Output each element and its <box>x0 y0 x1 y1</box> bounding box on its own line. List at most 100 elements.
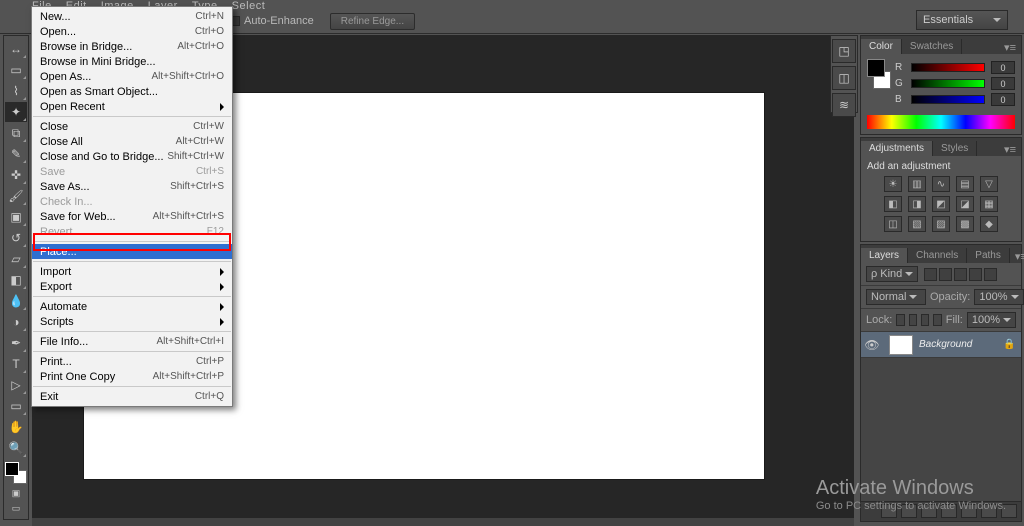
stamp-tool[interactable]: ▣ <box>5 207 27 227</box>
properties-panel-icon[interactable]: ◫ <box>832 66 856 90</box>
layer-name[interactable]: Background <box>919 339 1003 350</box>
dodge-tool[interactable]: ◑ <box>5 312 27 332</box>
hand-tool[interactable]: ✋ <box>5 417 27 437</box>
blend-mode-select[interactable]: Normal <box>866 289 926 305</box>
panel-menu-icon[interactable]: ▾≡ <box>999 41 1021 54</box>
menu-item-export[interactable]: Export <box>32 279 232 294</box>
tab-layers[interactable]: Layers <box>861 248 908 263</box>
menu-item-close-and-go-to-bridge[interactable]: Close and Go to Bridge...Shift+Ctrl+W <box>32 149 232 164</box>
new-adjustment-icon[interactable] <box>941 504 957 518</box>
link-layers-icon[interactable] <box>881 504 897 518</box>
menu-item-open-as-smart-object[interactable]: Open as Smart Object... <box>32 84 232 99</box>
history-brush-tool[interactable]: ↺ <box>5 228 27 248</box>
opacity-input[interactable]: 100% <box>974 289 1023 305</box>
menu-item-import[interactable]: Import <box>32 264 232 279</box>
eyedropper-tool[interactable]: ✎ <box>5 144 27 164</box>
adj-select-icon[interactable]: ◆ <box>980 216 998 232</box>
panel-menu-icon[interactable]: ▾≡ <box>999 143 1021 156</box>
healing-tool[interactable]: ✜ <box>5 165 27 185</box>
type-tool[interactable]: T <box>5 354 27 374</box>
adj-lookup-icon[interactable]: ▦ <box>980 196 998 212</box>
menu-item-file-info[interactable]: File Info...Alt+Shift+Ctrl+I <box>32 334 232 349</box>
menu-item-open-recent[interactable]: Open Recent <box>32 99 232 114</box>
refine-edge-button[interactable]: Refine Edge... <box>330 13 415 30</box>
adj-brightness-icon[interactable]: ☀ <box>884 176 902 192</box>
workspace-switcher[interactable]: Essentials <box>916 10 1008 30</box>
new-group-icon[interactable] <box>961 504 977 518</box>
panel-menu-icon[interactable]: ▾≡ <box>1010 250 1024 263</box>
adj-invert-icon[interactable]: ◫ <box>884 216 902 232</box>
menu-item-close[interactable]: CloseCtrl+W <box>32 119 232 134</box>
crop-tool[interactable]: ⧉ <box>5 123 27 143</box>
marquee-tool[interactable]: ▭ <box>5 60 27 80</box>
history-panel-icon[interactable]: ◳ <box>832 39 856 63</box>
menu-item-browse-in-bridge[interactable]: Browse in Bridge...Alt+Ctrl+O <box>32 39 232 54</box>
menu-item-browse-in-mini-bridge[interactable]: Browse in Mini Bridge... <box>32 54 232 69</box>
b-value[interactable]: 0 <box>991 93 1015 106</box>
g-value[interactable]: 0 <box>991 77 1015 90</box>
tab-adjustments[interactable]: Adjustments <box>861 141 933 156</box>
menu-item-place[interactable]: Place... <box>32 244 232 259</box>
menu-item-new[interactable]: New...Ctrl+N <box>32 9 232 24</box>
lasso-tool[interactable]: ⌇ <box>5 81 27 101</box>
color-spectrum[interactable] <box>867 115 1015 129</box>
new-layer-icon[interactable] <box>981 504 997 518</box>
foreground-background-swatch[interactable] <box>5 462 27 484</box>
menu-item-automate[interactable]: Automate <box>32 299 232 314</box>
g-slider[interactable] <box>911 79 985 88</box>
lock-all-icon[interactable] <box>933 314 941 326</box>
layer-filter-icons[interactable] <box>924 268 997 281</box>
tab-styles[interactable]: Styles <box>933 141 977 156</box>
r-value[interactable]: 0 <box>991 61 1015 74</box>
path-select-tool[interactable]: ▷ <box>5 375 27 395</box>
adj-exposure-icon[interactable]: ▤ <box>956 176 974 192</box>
fill-input[interactable]: 100% <box>967 312 1016 328</box>
r-slider[interactable] <box>911 63 985 72</box>
adj-hue-icon[interactable]: ◧ <box>884 196 902 212</box>
move-tool[interactable]: ↔ <box>5 39 27 59</box>
adj-bw-icon[interactable]: ◨ <box>908 196 926 212</box>
menu-item-save-as[interactable]: Save As...Shift+Ctrl+S <box>32 179 232 194</box>
adj-vibrance-icon[interactable]: ▽ <box>980 176 998 192</box>
visibility-eye-icon[interactable]: 👁 <box>861 338 883 352</box>
quickmask-toggle[interactable]: ▣ <box>5 486 27 500</box>
brush-tool[interactable]: 🖌 <box>5 186 27 206</box>
shape-tool[interactable]: ▭ <box>5 396 27 416</box>
lock-pixels-icon[interactable] <box>909 314 917 326</box>
adj-levels-icon[interactable]: ▥ <box>908 176 926 192</box>
color-panel-swatch[interactable] <box>867 59 891 89</box>
adj-thresh-icon[interactable]: ▨ <box>932 216 950 232</box>
zoom-tool[interactable]: 🔍 <box>5 438 27 458</box>
screenmode-toggle[interactable]: ▭ <box>5 501 27 515</box>
blur-tool[interactable]: 💧 <box>5 291 27 311</box>
delete-layer-icon[interactable] <box>1001 504 1017 518</box>
layer-filter-kind[interactable]: ρKind <box>866 266 918 282</box>
menu-item-open-as[interactable]: Open As...Alt+Shift+Ctrl+O <box>32 69 232 84</box>
brush-panel-icon[interactable]: ≋ <box>832 93 856 117</box>
b-slider[interactable] <box>911 95 985 104</box>
foreground-color-swatch[interactable] <box>5 462 19 476</box>
quick-select-tool[interactable]: ✦ <box>5 102 27 122</box>
adj-mixer-icon[interactable]: ◪ <box>956 196 974 212</box>
tab-paths[interactable]: Paths <box>967 248 1010 263</box>
pen-tool[interactable]: ✒ <box>5 333 27 353</box>
eraser-tool[interactable]: ▱ <box>5 249 27 269</box>
menu-item-save-for-web[interactable]: Save for Web...Alt+Shift+Ctrl+S <box>32 209 232 224</box>
tab-color[interactable]: Color <box>861 39 902 54</box>
auto-enhance-checkbox[interactable]: Auto-Enhance <box>230 15 314 27</box>
tab-swatches[interactable]: Swatches <box>902 39 962 54</box>
adj-photo-icon[interactable]: ◩ <box>932 196 950 212</box>
tab-channels[interactable]: Channels <box>908 248 967 263</box>
menu-item-open[interactable]: Open...Ctrl+O <box>32 24 232 39</box>
layer-row[interactable]: 👁 Background 🔒 <box>861 332 1021 358</box>
menu-item-print[interactable]: Print...Ctrl+P <box>32 354 232 369</box>
adj-poster-icon[interactable]: ▧ <box>908 216 926 232</box>
layer-thumbnail[interactable] <box>889 335 913 355</box>
menu-item-close-all[interactable]: Close AllAlt+Ctrl+W <box>32 134 232 149</box>
layer-fx-icon[interactable] <box>901 504 917 518</box>
lock-position-icon[interactable] <box>921 314 929 326</box>
menu-item-exit[interactable]: ExitCtrl+Q <box>32 389 232 404</box>
adj-curves-icon[interactable]: ∿ <box>932 176 950 192</box>
lock-transparent-icon[interactable] <box>896 314 904 326</box>
gradient-tool[interactable]: ◧ <box>5 270 27 290</box>
